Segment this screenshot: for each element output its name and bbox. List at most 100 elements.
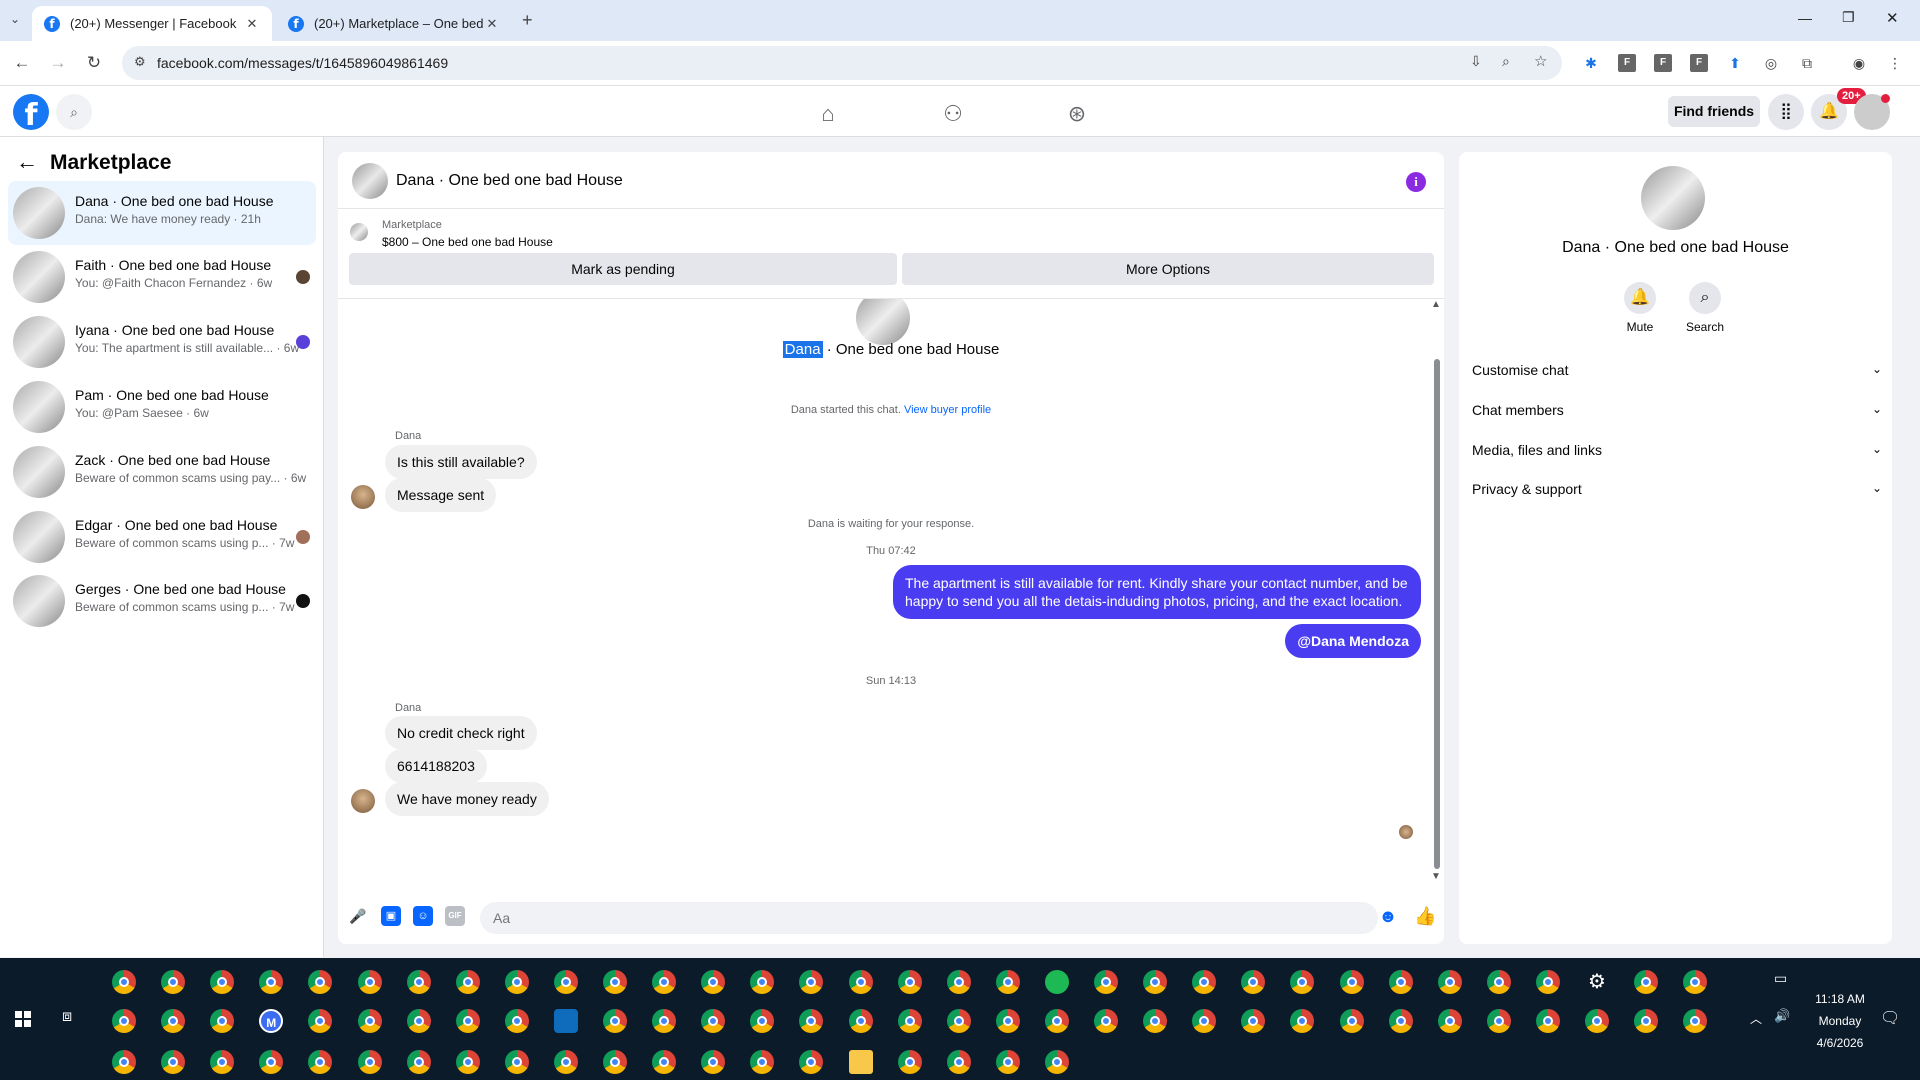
chrome-taskbar-icon[interactable] (504, 1050, 529, 1074)
view-buyer-profile-link[interactable]: View buyer profile (904, 404, 991, 416)
spotify-taskbar-icon[interactable] (1044, 970, 1069, 994)
conversation-item[interactable]: Zack · One bed one bad House Beware of c… (8, 440, 316, 504)
tab-messenger[interactable]: f (20+) Messenger | Facebook ✕ (32, 6, 272, 41)
chrome-taskbar-icon[interactable] (210, 970, 235, 994)
listing-thumbnail[interactable] (350, 223, 368, 241)
chrome-taskbar-icon[interactable] (1339, 970, 1364, 994)
task-view-icon[interactable]: ⧈ (62, 1008, 72, 1026)
chrome-taskbar-icon[interactable] (210, 1050, 235, 1074)
thumbs-up-icon[interactable]: 👍 (1414, 906, 1436, 926)
chrome-taskbar-icon[interactable] (259, 1050, 284, 1074)
windows-start-icon[interactable] (15, 1011, 31, 1027)
chrome-taskbar-icon[interactable] (406, 970, 431, 994)
chrome-taskbar-icon[interactable] (504, 1009, 529, 1033)
mute-button[interactable]: 🔔 Mute (1610, 282, 1670, 334)
chrome-taskbar-icon[interactable] (308, 1009, 333, 1033)
chrome-taskbar-icon[interactable] (1535, 1009, 1560, 1033)
gear-taskbar-icon[interactable]: ⚙ (1585, 970, 1609, 994)
chrome-taskbar-icon[interactable] (799, 1009, 824, 1033)
back-icon[interactable]: ← (10, 51, 34, 75)
info-icon[interactable]: i (1406, 172, 1426, 192)
zoom-icon[interactable]: ⌕ (1502, 53, 1510, 70)
message-bubble[interactable]: Is this still available? (385, 445, 537, 479)
forward-icon[interactable]: → (46, 51, 70, 75)
close-tab-icon[interactable]: ✕ (244, 16, 260, 32)
chrome-taskbar-icon[interactable] (308, 970, 333, 994)
minimize-icon[interactable]: — (1798, 10, 1812, 26)
tray-chevron-up-icon[interactable]: ︿ (1750, 1010, 1762, 1027)
home-icon[interactable]: ⌂ (814, 100, 842, 128)
chrome-taskbar-icon[interactable] (946, 970, 971, 994)
more-options-button[interactable]: More Options (902, 253, 1434, 285)
chrome-taskbar-icon[interactable] (603, 1009, 627, 1033)
chrome-taskbar-icon[interactable] (259, 970, 284, 994)
chrome-taskbar-icon[interactable] (799, 1050, 824, 1074)
omnibox[interactable]: ⚙ facebook.com/messages/t/16458960498614… (122, 46, 1562, 80)
install-app-icon[interactable]: ⇩ (1470, 53, 1482, 70)
conversation-item[interactable]: Pam · One bed one bad House You: @Pam Sa… (8, 375, 316, 439)
message-bubble[interactable]: We have money ready (385, 782, 549, 816)
chrome-taskbar-icon[interactable] (1486, 970, 1511, 994)
bookmark-star-icon[interactable]: ☆ (1534, 52, 1547, 70)
chrome-taskbar-icon[interactable] (1241, 1009, 1266, 1033)
chat-title[interactable]: Dana · One bed one bad House (396, 172, 623, 190)
chrome-taskbar-icon[interactable] (553, 1050, 578, 1074)
chrome-taskbar-icon[interactable] (308, 1050, 333, 1074)
close-window-icon[interactable]: ✕ (1886, 9, 1899, 27)
listing-price[interactable]: $800 – One bed one bad House (382, 235, 553, 249)
chrome-taskbar-icon[interactable] (406, 1009, 431, 1033)
chrome-taskbar-icon[interactable] (652, 1009, 677, 1033)
chrome-taskbar-icon[interactable] (553, 970, 578, 994)
message-input[interactable] (480, 902, 1378, 934)
chrome-taskbar-icon[interactable] (701, 970, 726, 994)
extension-f-icon[interactable]: F (1618, 54, 1636, 72)
chrome-taskbar-icon[interactable] (848, 1009, 873, 1033)
scroll-up-arrow-icon[interactable]: ▲ (1431, 299, 1441, 310)
section-media-files-links[interactable]: Media, files and links ⌄ (1472, 442, 1882, 466)
scroll-down-arrow-icon[interactable]: ▼ (1431, 871, 1441, 882)
my-message-bubble[interactable]: The apartment is still available for ren… (893, 565, 1421, 619)
extension-pin-icon[interactable]: ⬆ (1726, 54, 1744, 72)
conversation-item[interactable]: Faith · One bed one bad House You: @Fait… (8, 245, 316, 309)
chrome-taskbar-icon[interactable] (1241, 970, 1266, 994)
message-thread[interactable]: Dana · One bed one bad House Dana starte… (338, 299, 1444, 892)
chrome-taskbar-icon[interactable] (1535, 970, 1560, 994)
chrome-taskbar-icon[interactable] (1094, 970, 1118, 994)
tray-network-icon[interactable]: ▭ (1774, 970, 1787, 987)
chrome-taskbar-icon[interactable] (1143, 1009, 1168, 1033)
restore-icon[interactable]: ❐ (1842, 9, 1855, 26)
chrome-taskbar-icon[interactable] (1634, 970, 1659, 994)
chrome-taskbar-icon[interactable] (112, 970, 136, 994)
chrome-taskbar-icon[interactable] (455, 1009, 480, 1033)
chrome-taskbar-icon[interactable] (750, 1050, 775, 1074)
menu-grid-icon[interactable]: ⣿ (1768, 94, 1804, 130)
chrome-taskbar-icon[interactable] (1437, 970, 1462, 994)
chrome-taskbar-icon[interactable] (897, 1050, 922, 1074)
sender-avatar[interactable] (351, 485, 375, 509)
mark-as-pending-button[interactable]: Mark as pending (349, 253, 897, 285)
search-icon[interactable]: ⌕ (56, 94, 92, 130)
extension-puzzle-blue-icon[interactable]: ✱ (1582, 54, 1600, 72)
chrome-taskbar-icon[interactable] (652, 1050, 677, 1074)
chrome-taskbar-icon[interactable] (1388, 970, 1413, 994)
chrome-taskbar-icon[interactable] (406, 1050, 431, 1074)
chrome-taskbar-icon[interactable] (799, 970, 824, 994)
m-taskbar-icon[interactable]: M (259, 1009, 284, 1033)
tab-marketplace[interactable]: f (20+) Marketplace – One bed o ✕ (276, 6, 512, 41)
microphone-icon[interactable]: 🎤 (348, 906, 368, 926)
extension-globe-icon[interactable]: ◎ (1762, 54, 1780, 72)
chrome-taskbar-icon[interactable] (701, 1050, 726, 1074)
find-friends-button[interactable]: Find friends (1668, 96, 1760, 127)
search-button[interactable]: ⌕ Search (1675, 282, 1735, 334)
chrome-taskbar-icon[interactable] (1585, 1009, 1609, 1033)
folder-taskbar-icon[interactable] (848, 1050, 873, 1074)
chrome-taskbar-icon[interactable] (701, 1009, 726, 1033)
chrome-taskbar-icon[interactable] (1290, 970, 1315, 994)
conversation-item[interactable]: Iyana · One bed one bad House You: The a… (8, 310, 316, 374)
sender-avatar[interactable] (351, 789, 375, 813)
chrome-taskbar-icon[interactable] (1388, 1009, 1413, 1033)
conversation-item[interactable]: Dana · One bed one bad House Dana: We ha… (8, 181, 316, 245)
profile-icon[interactable]: ◉ (1850, 54, 1868, 72)
chrome-taskbar-icon[interactable] (112, 1050, 136, 1074)
chrome-taskbar-icon[interactable] (455, 970, 480, 994)
